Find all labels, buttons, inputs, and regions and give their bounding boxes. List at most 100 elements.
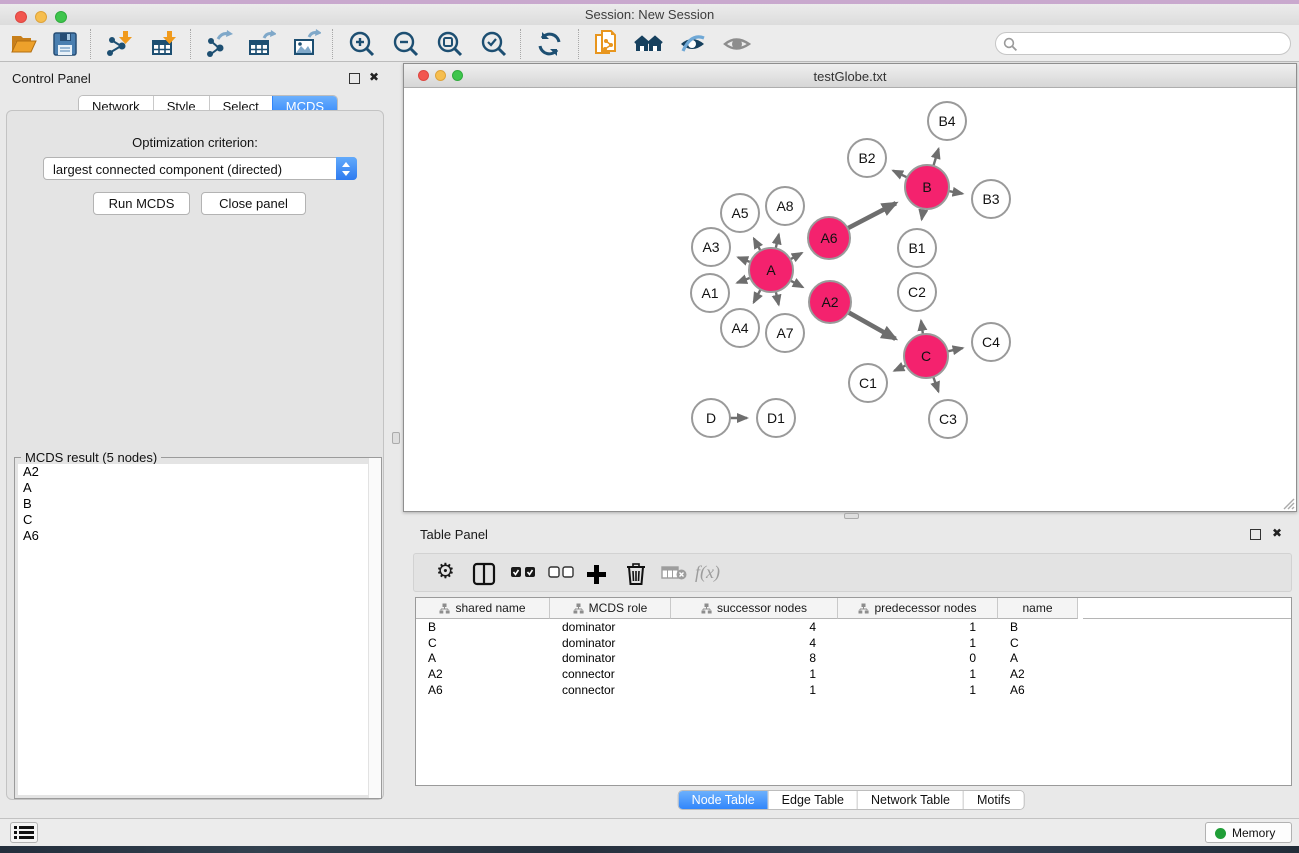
window-resize-grip[interactable] (1282, 497, 1295, 510)
zoom-selected-icon[interactable] (479, 29, 509, 59)
create-column-icon[interactable] (584, 562, 608, 586)
mcds-result-item[interactable]: A (18, 480, 378, 496)
open-session-icon[interactable] (8, 29, 38, 59)
table-cell: 1 (671, 683, 838, 699)
export-table-icon[interactable] (246, 29, 276, 59)
clone-network-icon[interactable] (592, 29, 622, 59)
graph-node-C1[interactable]: C1 (849, 364, 887, 402)
graph-node-A6[interactable]: A6 (808, 217, 850, 259)
refresh-icon[interactable] (535, 29, 565, 59)
run-mcds-button[interactable]: Run MCDS (93, 192, 190, 215)
mcds-result-item[interactable]: A2 (18, 464, 378, 480)
table-cell: 1 (838, 620, 998, 636)
zoom-out-icon[interactable] (391, 29, 421, 59)
graph-edge-A6-B[interactable] (846, 203, 896, 229)
save-session-icon[interactable] (50, 29, 80, 59)
graph-node-B4[interactable]: B4 (928, 102, 966, 140)
node-table: shared name MCDS role successor nodesprede… (415, 597, 1292, 786)
sort-icon (701, 603, 712, 614)
float-table-panel-icon[interactable] (1250, 529, 1261, 540)
graph-node-label: C1 (859, 375, 877, 391)
graph-edge-A2-C[interactable] (847, 311, 896, 339)
graph-node-A2[interactable]: A2 (809, 281, 851, 323)
split-view-icon[interactable] (472, 562, 496, 586)
tab-edge-table[interactable]: Edge Table (768, 791, 857, 809)
graph-node-A8[interactable]: A8 (766, 187, 804, 225)
optimization-criterion-dropdown[interactable]: largest connected component (directed) (43, 157, 357, 180)
close-table-panel-icon[interactable]: ✖ (1272, 526, 1282, 540)
delete-column-icon[interactable] (625, 562, 647, 586)
graph-node-A3[interactable]: A3 (692, 228, 730, 266)
column-header-MCDS-role[interactable]: MCDS role (550, 598, 671, 619)
export-network-icon[interactable] (204, 29, 234, 59)
column-header-name[interactable]: name (998, 598, 1078, 619)
graph-node-A5[interactable]: A5 (721, 194, 759, 232)
mcds-result-item[interactable]: B (18, 496, 378, 512)
graph-node-A1[interactable]: A1 (691, 274, 729, 312)
table-row[interactable]: Cdominator41C (416, 636, 1291, 652)
table-cell: dominator (550, 651, 671, 667)
control-panel: Control Panel ✖ NetworkStyleSelectMCDS O… (0, 62, 390, 818)
mcds-result-item[interactable]: A6 (18, 528, 378, 544)
horizontal-splitter-handle[interactable] (844, 513, 859, 519)
column-header-label: MCDS role (589, 601, 648, 615)
table-settings-icon[interactable]: ⚙ (436, 559, 455, 583)
search-input[interactable] (1022, 35, 1282, 52)
network-window-titlebar[interactable]: testGlobe.txt (404, 64, 1296, 88)
import-network-icon[interactable] (104, 29, 134, 59)
result-list-scrollbar[interactable] (368, 458, 381, 798)
deselect-all-columns-icon[interactable] (548, 566, 574, 590)
table-row[interactable]: Adominator80A (416, 651, 1291, 667)
graph-node-A[interactable]: A (749, 248, 793, 292)
function-builder-icon[interactable]: f(x) (695, 560, 720, 584)
show-graphics-details-icon[interactable] (722, 29, 752, 59)
task-history-button[interactable] (10, 822, 38, 843)
graph-node-A4[interactable]: A4 (721, 309, 759, 347)
tab-motifs[interactable]: Motifs (963, 791, 1023, 809)
toolbar-separator (520, 29, 521, 59)
network-canvas[interactable]: B4 B2 B B3 A8 A5 A6 A3 B1 A C2 A1 A2 A4 A7 C4 C C1 D D1 C3 (404, 88, 1296, 511)
import-table-icon[interactable] (148, 29, 178, 59)
column-header-shared-name[interactable]: shared name (416, 598, 550, 619)
graph-node-B[interactable]: B (905, 165, 949, 209)
memory-button[interactable]: Memory (1205, 822, 1292, 843)
graph-node-C[interactable]: C (904, 334, 948, 378)
tab-network-table[interactable]: Network Table (857, 791, 963, 809)
float-panel-icon[interactable] (349, 73, 360, 84)
mcds-result-item[interactable]: C (18, 512, 378, 528)
graph-node-C4[interactable]: C4 (972, 323, 1010, 361)
tab-node-table[interactable]: Node Table (679, 791, 768, 809)
graph-node-A7[interactable]: A7 (766, 314, 804, 352)
toolbar-separator (578, 29, 579, 59)
table-cell: 1 (838, 683, 998, 699)
graph-node-label: A8 (776, 198, 793, 214)
memory-label: Memory (1232, 826, 1275, 840)
graph-node-label: A7 (776, 325, 793, 341)
graph-node-C3[interactable]: C3 (929, 400, 967, 438)
table-cell: A (998, 651, 1078, 667)
delete-table-icon[interactable] (661, 566, 687, 590)
graph-node-B2[interactable]: B2 (848, 139, 886, 177)
export-image-icon[interactable] (291, 29, 321, 59)
close-panel-icon[interactable]: ✖ (369, 70, 379, 84)
column-header-predecessor-nodes[interactable]: predecessor nodes (838, 598, 998, 619)
graph-node-C2[interactable]: C2 (898, 273, 936, 311)
graph-node-B3[interactable]: B3 (972, 180, 1010, 218)
table-row[interactable]: A6connector11A6 (416, 683, 1291, 699)
close-panel-button[interactable]: Close panel (201, 192, 306, 215)
table-cell: 0 (838, 651, 998, 667)
select-all-columns-icon[interactable] (510, 566, 536, 590)
hide-graphics-details-icon[interactable] (678, 29, 708, 59)
table-row[interactable]: Bdominator41B (416, 620, 1291, 636)
table-row[interactable]: A2connector11A2 (416, 667, 1291, 683)
vertical-splitter-handle[interactable] (392, 432, 400, 444)
zoom-fit-icon[interactable] (435, 29, 465, 59)
column-header-successor-nodes[interactable]: successor nodes (671, 598, 838, 619)
zoom-in-icon[interactable] (347, 29, 377, 59)
first-neighbors-icon[interactable] (634, 29, 664, 59)
graph-node-B1[interactable]: B1 (898, 229, 936, 267)
graph-node-D[interactable]: D (692, 399, 730, 437)
optimization-criterion-label: Optimization criterion: (7, 135, 383, 150)
table-header-filler (1083, 598, 1292, 619)
graph-node-D1[interactable]: D1 (757, 399, 795, 437)
